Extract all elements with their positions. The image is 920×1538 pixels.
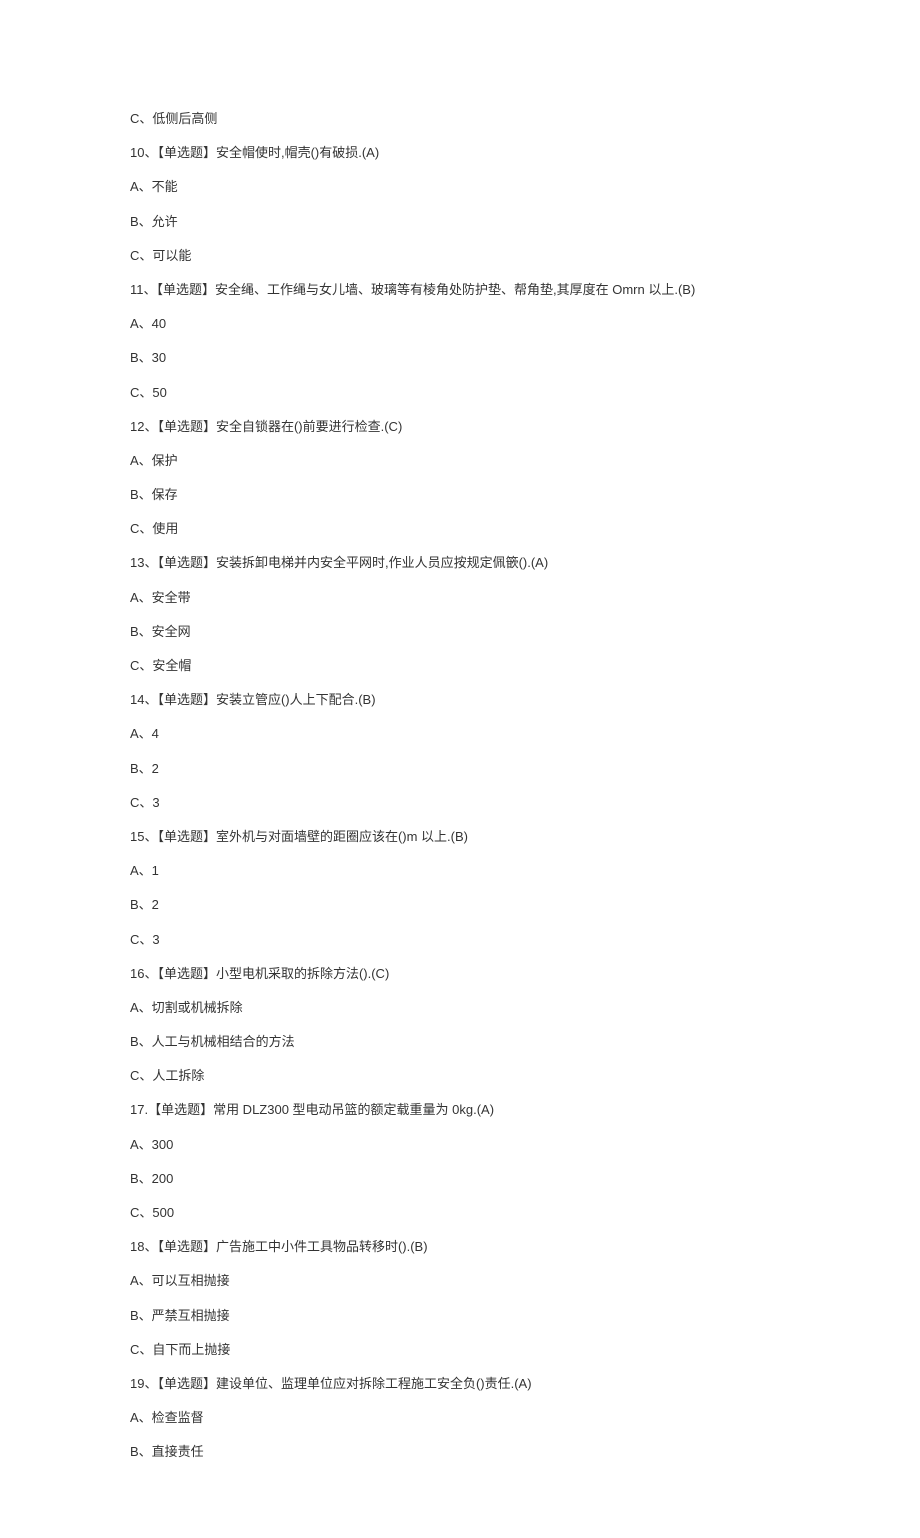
text-line: 17.【单选题】常用 DLZ300 型电动吊篮的额定载重量为 0kg.(A) [130,1101,790,1119]
text-line: C、使用 [130,520,790,538]
text-line: 10、【单选题】安全帽使时,帽壳()有破损.(A) [130,144,790,162]
document-page: C、低侧后高侧 10、【单选题】安全帽使时,帽壳()有破损.(A) A、不能 B… [0,0,920,1538]
text-line: B、200 [130,1170,790,1188]
text-line: C、500 [130,1204,790,1222]
text-line: C、低侧后高侧 [130,110,790,128]
text-line: 14、【单选题】安装立管应()人上下配合.(B) [130,691,790,709]
text-line: C、3 [130,794,790,812]
text-line: B、2 [130,896,790,914]
text-line: C、50 [130,384,790,402]
text-line: A、40 [130,315,790,333]
text-line: C、安全帽 [130,657,790,675]
text-line: B、30 [130,349,790,367]
text-line: B、允许 [130,213,790,231]
text-line: B、直接责任 [130,1443,790,1461]
text-line: B、2 [130,760,790,778]
text-line: 16、【单选题】小型电机采取的拆除方法().(C) [130,965,790,983]
text-line: 15、【单选题】室外机与对面墙壁的距圈应该在()m 以上.(B) [130,828,790,846]
text-line: 19、【单选题】建设单位、监理单位应对拆除工程施工安全负()责任.(A) [130,1375,790,1393]
text-line: A、4 [130,725,790,743]
text-line: A、可以互相抛接 [130,1272,790,1290]
text-line: A、1 [130,862,790,880]
text-line: B、保存 [130,486,790,504]
text-line: A、不能 [130,178,790,196]
text-line: A、检查监督 [130,1409,790,1427]
text-line: C、人工拆除 [130,1067,790,1085]
text-line: 13、【单选题】安装拆卸电梯并内安全平网时,作业人员应按规定佩篏().(A) [130,554,790,572]
text-line: C、可以能 [130,247,790,265]
text-line: A、安全带 [130,589,790,607]
text-line: B、安全网 [130,623,790,641]
text-line: 11、【单选题】安全绳、工作绳与女儿墙、玻璃等有棱角处防护垫、帮角垫,其厚度在 … [130,281,790,299]
text-line: 18、【单选题】广告施工中小件工具物品转移时().(B) [130,1238,790,1256]
text-line: B、人工与机械相结合的方法 [130,1033,790,1051]
text-line: A、切割或机械拆除 [130,999,790,1017]
text-line: B、严禁互相抛接 [130,1307,790,1325]
text-line: 12、【单选题】安全自锁器在()前要进行检查.(C) [130,418,790,436]
text-line: A、保护 [130,452,790,470]
text-line: A、300 [130,1136,790,1154]
text-line: C、3 [130,931,790,949]
text-line: C、自下而上抛接 [130,1341,790,1359]
